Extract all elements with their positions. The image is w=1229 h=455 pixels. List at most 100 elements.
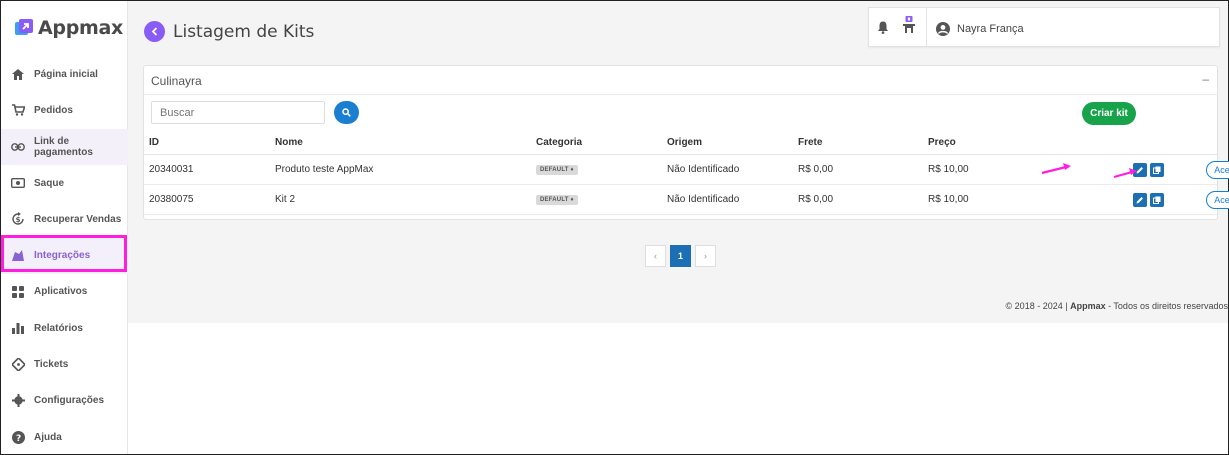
- logo-text: Appmax: [38, 17, 123, 39]
- sidebar-item-ajuda[interactable]: ? Ajuda: [1, 419, 128, 455]
- cell-origem: Não Identificado: [667, 154, 798, 185]
- bell-icon[interactable]: [877, 21, 889, 39]
- category-badge: DEFAULT ♦: [536, 165, 578, 175]
- cell-preco: R$ 10,00: [928, 154, 1066, 185]
- cell-categoria: DEFAULT ♦: [536, 184, 667, 215]
- copy-button[interactable]: [1150, 162, 1164, 177]
- apps-grid-icon: [11, 285, 25, 299]
- column-header-origem: Origem: [667, 132, 798, 155]
- cell-origem: Não Identificado: [667, 184, 798, 215]
- cell-preco: R$ 10,00: [928, 184, 1066, 215]
- extension-icon[interactable]: [903, 16, 915, 39]
- category-badge: DEFAULT ♦: [536, 195, 578, 205]
- cell-categoria: DEFAULT ♦: [536, 154, 667, 185]
- sidebar-item-relatorios[interactable]: Relatórios: [1, 310, 128, 346]
- user-avatar-icon[interactable]: [936, 22, 950, 41]
- sidebar-item-pedidos[interactable]: Pedidos: [1, 92, 128, 128]
- sidebar-item-label: Recuperar Vendas: [34, 213, 122, 225]
- pagination-next[interactable]: ›: [695, 245, 716, 267]
- sidebar-item-aplicativos[interactable]: Aplicativos: [1, 274, 128, 310]
- user-name[interactable]: Nayra França: [957, 23, 1024, 35]
- sidebar: Appmax Página inicial Pedidos Link de pa…: [1, 1, 128, 454]
- sidebar-nav: Página inicial Pedidos Link de pagamento…: [1, 56, 128, 455]
- category-badge-label: DEFAULT: [540, 167, 569, 173]
- sidebar-item-link-de-pagamentos[interactable]: Link de pagamentos: [1, 128, 128, 165]
- search-button[interactable]: [334, 101, 359, 124]
- cell-nome: Kit 2: [275, 184, 536, 215]
- sidebar-item-label: Página inicial: [34, 68, 98, 80]
- edit-button[interactable]: [1133, 192, 1147, 207]
- sidebar-item-recuperar-vendas[interactable]: $ Recuperar Vendas: [1, 201, 128, 237]
- cell-actions: Acessar Link: [1066, 154, 1229, 185]
- recover-icon: $: [11, 212, 25, 226]
- sidebar-item-saque[interactable]: Saque: [1, 165, 128, 201]
- pencil-icon: [1136, 196, 1143, 203]
- sidebar-item-label: Saque: [34, 177, 65, 189]
- home-icon: [11, 67, 25, 81]
- copy-button[interactable]: [1150, 192, 1164, 207]
- tag-icon: ♦: [570, 167, 574, 173]
- gear-icon: [11, 394, 25, 408]
- pagination-prev[interactable]: ‹: [645, 245, 666, 267]
- pencil-icon: [1136, 166, 1143, 173]
- card-header: Culinayra –: [144, 66, 1217, 95]
- card-title: Culinayra: [151, 74, 202, 88]
- cart-icon: [11, 103, 25, 117]
- sidebar-item-label: Link de pagamentos: [34, 135, 93, 158]
- access-link-button[interactable]: Acessar Link: [1206, 190, 1229, 209]
- cell-actions: Acessar Link: [1066, 184, 1229, 215]
- chevron-left-icon: [151, 27, 157, 36]
- pagination: ‹ 1 ›: [645, 245, 720, 267]
- cell-id: 20340031: [144, 154, 275, 185]
- back-button[interactable]: [144, 21, 165, 42]
- sidebar-item-label: Integrações: [34, 250, 91, 262]
- main-content: Listagem de Kits Nayra França Culinayra …: [128, 1, 1229, 323]
- link-icon: [11, 140, 25, 154]
- column-header-nome: Nome: [275, 132, 536, 155]
- access-link-button[interactable]: Acessar Link: [1206, 160, 1229, 179]
- help-icon: ?: [11, 430, 25, 444]
- sidebar-item-label: Pedidos: [34, 104, 73, 116]
- footer: © 2018 - 2024 | Appmax - Todos os direit…: [1006, 301, 1228, 311]
- footer-rights: - Todos os direitos reservados: [1105, 301, 1228, 311]
- bar-chart-icon: [11, 321, 25, 335]
- sidebar-item-label: Relatórios: [34, 322, 83, 334]
- copy-icon: [1153, 166, 1161, 174]
- create-kit-button[interactable]: Criar kit: [1082, 102, 1136, 125]
- kits-card: Culinayra – Criar kit ID Nome Categoria …: [143, 65, 1229, 220]
- svg-text:$: $: [16, 216, 21, 224]
- topbar: Nayra França: [868, 7, 1220, 47]
- column-header-preco: Preço: [928, 132, 1066, 155]
- table-row: 20340031 Produto teste AppMax DEFAULT ♦ …: [144, 154, 1229, 185]
- footer-copyright: © 2018 - 2024 |: [1005, 301, 1068, 311]
- svg-text:?: ?: [16, 434, 21, 444]
- topbar-divider: [926, 8, 927, 46]
- sidebar-item-integracoes[interactable]: Integrações: [1, 237, 128, 274]
- appmax-logo-icon: [15, 19, 33, 37]
- search-icon: [342, 108, 351, 117]
- page-title: Listagem de Kits: [173, 22, 315, 42]
- puzzle-icon: [11, 249, 25, 263]
- edit-button[interactable]: [1133, 162, 1147, 177]
- copy-icon: [1153, 196, 1161, 204]
- tag-icon: ♦: [570, 197, 574, 203]
- cell-nome: Produto teste AppMax: [275, 154, 536, 185]
- column-header-actions: [1066, 132, 1217, 155]
- category-badge-label: DEFAULT: [540, 197, 569, 203]
- column-header-id: ID: [144, 132, 275, 155]
- sidebar-item-label: Configurações: [34, 395, 105, 407]
- column-header-frete: Frete: [798, 132, 928, 155]
- sidebar-item-label: Aplicativos: [34, 286, 88, 298]
- pagination-page-current[interactable]: 1: [670, 245, 691, 267]
- search-input[interactable]: [151, 101, 325, 124]
- collapse-button[interactable]: –: [1202, 72, 1209, 86]
- sidebar-item-pagina-inicial[interactable]: Página inicial: [1, 56, 128, 92]
- cell-frete: R$ 0,00: [798, 184, 928, 215]
- sidebar-item-label: Tickets: [34, 359, 69, 371]
- sidebar-item-tickets[interactable]: Tickets: [1, 346, 128, 382]
- cell-id: 20380075: [144, 184, 275, 215]
- logo[interactable]: Appmax: [15, 17, 123, 39]
- sidebar-item-configuracoes[interactable]: Configurações: [1, 383, 128, 419]
- money-icon: [11, 176, 25, 190]
- ticket-icon: [11, 358, 25, 372]
